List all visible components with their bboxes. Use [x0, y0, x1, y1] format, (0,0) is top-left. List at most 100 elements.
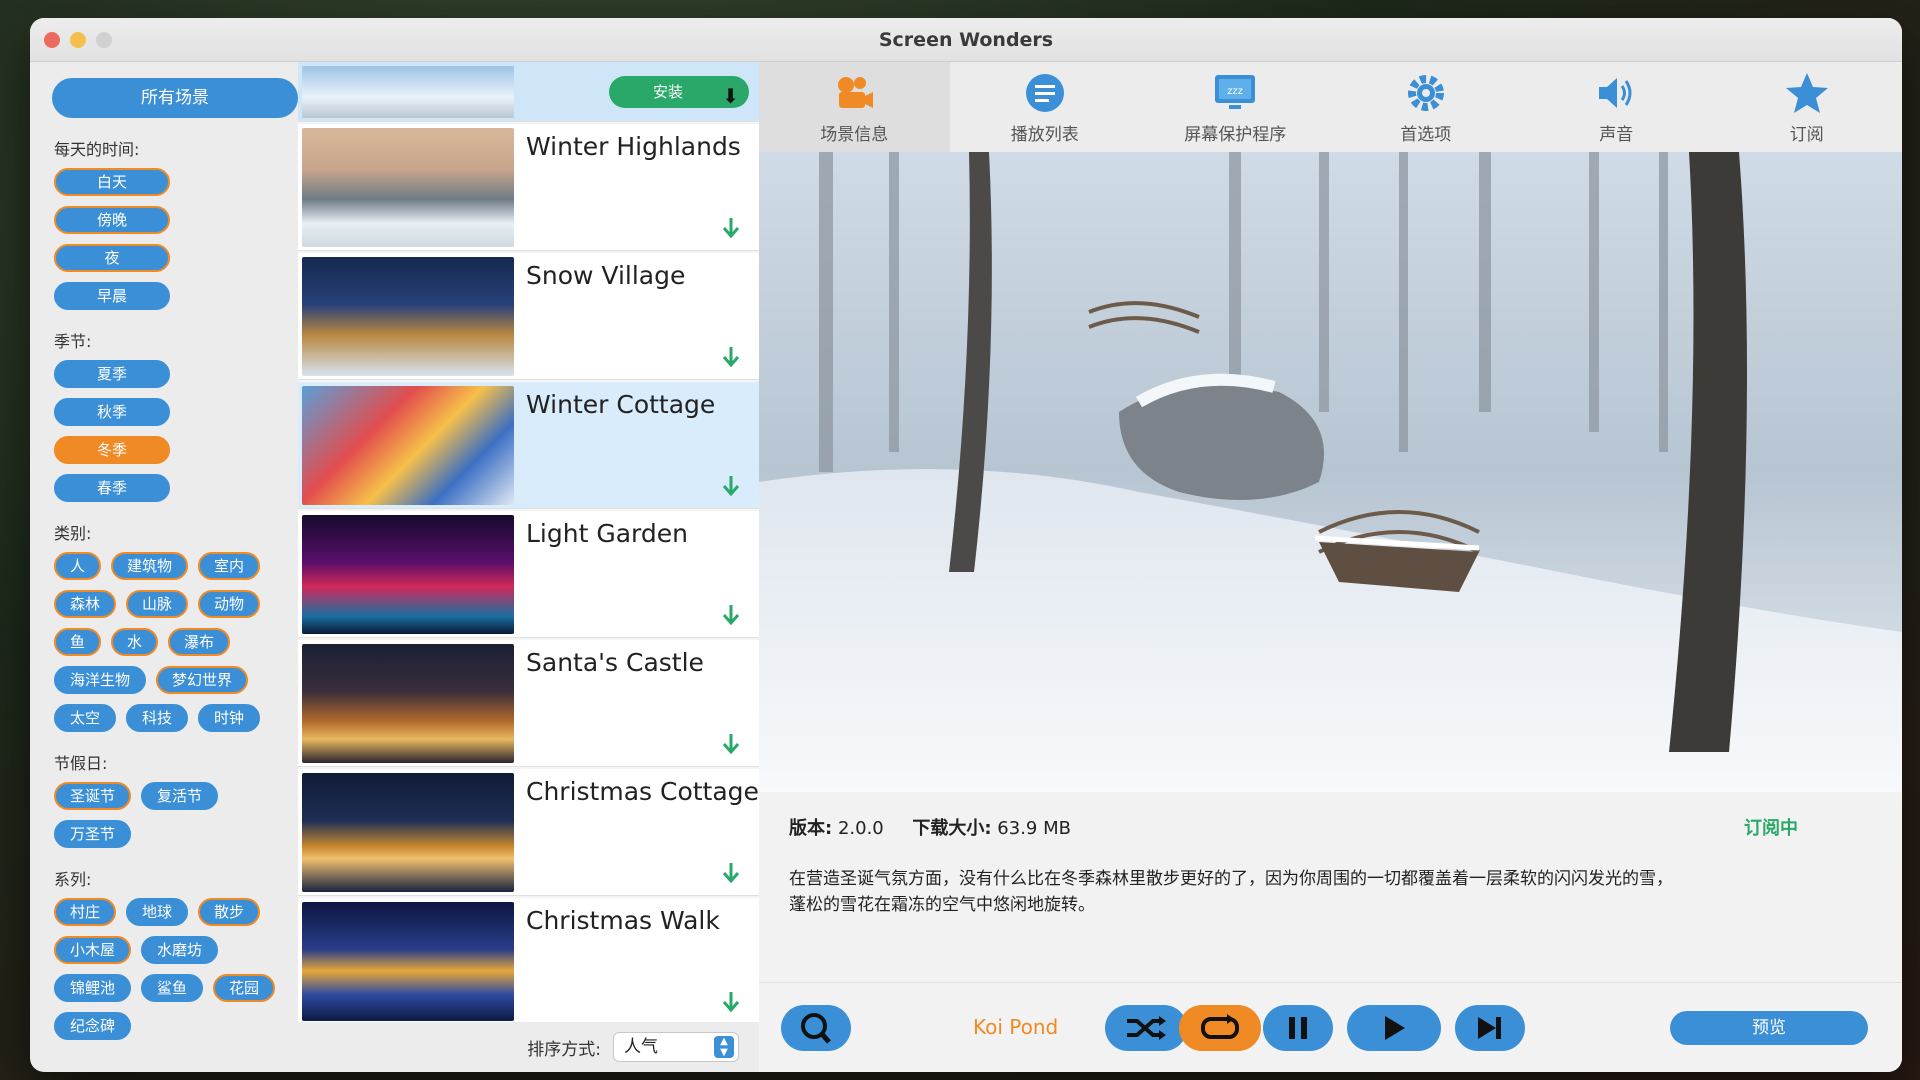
pause-icon	[1289, 1017, 1307, 1039]
tag-daytime[interactable]: 白天	[54, 168, 170, 196]
tag-halloween[interactable]: 万圣节	[54, 820, 132, 848]
tag-people[interactable]: 人	[54, 552, 102, 580]
download-icon[interactable]	[721, 732, 741, 756]
sort-value: 人气	[624, 1037, 658, 1057]
tag-evening[interactable]: 傍晚	[54, 206, 170, 234]
scene-title: Christmas Walk	[526, 906, 720, 935]
next-button[interactable]	[1455, 1005, 1525, 1051]
list-item[interactable]: Christmas Walk	[298, 898, 759, 1025]
search-button[interactable]	[781, 1005, 851, 1051]
tab-label: 屏幕保护程序	[1184, 124, 1287, 145]
list-item[interactable]: Light Garden	[298, 511, 759, 638]
play-icon	[1385, 1016, 1405, 1040]
list-item[interactable]: 安装 ⬇	[298, 62, 759, 122]
holiday-label: 节假日:	[54, 754, 108, 773]
tab-label: 场景信息	[820, 124, 889, 145]
download-icon[interactable]	[721, 603, 741, 627]
tag-morning[interactable]: 早晨	[54, 282, 170, 310]
scene-title: Winter Highlands	[526, 132, 741, 161]
search-icon	[801, 1013, 831, 1044]
skip-forward-icon	[1478, 1017, 1501, 1039]
tag-space[interactable]: 太空	[54, 704, 117, 732]
tag-summer[interactable]: 夏季	[54, 360, 170, 388]
tag-fish[interactable]: 鱼	[54, 628, 102, 656]
list-item[interactable]: Santa's Castle	[298, 640, 759, 767]
zoom-window-button[interactable]	[96, 32, 112, 48]
list-item[interactable]: Winter Highlands	[298, 124, 759, 251]
tag-waterfall[interactable]: 瀑布	[168, 628, 231, 656]
download-icon[interactable]	[721, 345, 741, 369]
tag-mountains[interactable]: 山脉	[126, 590, 189, 618]
tab-preferences[interactable]: 首选项	[1331, 62, 1522, 152]
tag-clock[interactable]: 时钟	[198, 704, 261, 732]
scene-thumbnail	[302, 66, 514, 118]
tag-village[interactable]: 村庄	[54, 898, 117, 926]
tag-animals[interactable]: 动物	[198, 590, 261, 618]
tag-water[interactable]: 水	[111, 628, 159, 656]
tag-walk[interactable]: 散步	[198, 898, 261, 926]
tag-watermill[interactable]: 水磨坊	[141, 936, 219, 964]
sort-label: 排序方式:	[527, 1039, 601, 1060]
size-value: 63.9 MB	[997, 818, 1071, 839]
scene-title: Christmas Cottage	[526, 777, 759, 806]
minimize-window-button[interactable]	[70, 32, 86, 48]
now-playing-title[interactable]: Koi Pond	[973, 1015, 1058, 1039]
list-item[interactable]: Snow Village	[298, 253, 759, 380]
download-icon[interactable]	[721, 474, 741, 498]
tag-winter[interactable]: 冬季	[54, 436, 170, 464]
tab-label: 订阅	[1789, 124, 1824, 145]
tag-fantasy[interactable]: 梦幻世界	[156, 666, 249, 694]
tag-christmas[interactable]: 圣诞节	[54, 782, 132, 810]
tag-cabin[interactable]: 小木屋	[54, 936, 132, 964]
tag-spring[interactable]: 春季	[54, 474, 170, 502]
all-scenes-button[interactable]: 所有场景	[52, 78, 298, 118]
tag-autumn[interactable]: 秋季	[54, 398, 170, 426]
tab-sound[interactable]: 声音	[1521, 62, 1712, 152]
tag-garden[interactable]: 花园	[213, 974, 276, 1002]
sort-bar: 排序方式: 人气 ▲ ▼	[298, 1022, 759, 1072]
list-item[interactable]: Christmas Cottage	[298, 769, 759, 896]
tag-monument[interactable]: 纪念碑	[54, 1012, 132, 1040]
tag-earth[interactable]: 地球	[126, 898, 189, 926]
scene-thumbnail	[302, 128, 514, 247]
list-item[interactable]: Winter Cottage	[298, 382, 759, 509]
scene-thumbnail	[302, 386, 514, 505]
tab-scene-info[interactable]: 场景信息	[759, 62, 950, 152]
scene-title: Winter Cottage	[526, 390, 716, 419]
scene-thumbnail	[302, 902, 514, 1021]
speaker-icon	[1599, 77, 1632, 108]
preview-button[interactable]: 预览	[1670, 1011, 1868, 1045]
time-of-day-label: 每天的时间:	[54, 140, 140, 159]
scene-thumbnail	[302, 515, 514, 634]
close-window-button[interactable]	[44, 32, 60, 48]
download-arrow-icon: ⬇	[722, 84, 739, 108]
install-button[interactable]: 安装 ⬇	[609, 76, 749, 108]
repeat-button[interactable]	[1179, 1005, 1261, 1051]
sort-select[interactable]: 人气 ▲ ▼	[613, 1032, 739, 1062]
scene-title: Santa's Castle	[526, 648, 704, 677]
tag-indoor[interactable]: 室内	[198, 552, 261, 580]
gear-icon	[1407, 74, 1444, 111]
tag-easter[interactable]: 复活节	[141, 782, 219, 810]
tag-tech[interactable]: 科技	[126, 704, 189, 732]
download-icon[interactable]	[721, 861, 741, 885]
tab-playlist[interactable]: 播放列表	[950, 62, 1141, 152]
tag-night[interactable]: 夜	[54, 244, 170, 272]
window-controls	[44, 32, 112, 48]
tag-shark[interactable]: 鲨鱼	[141, 974, 204, 1002]
pause-button[interactable]	[1263, 1005, 1333, 1051]
subscription-status: 订阅中	[1744, 818, 1798, 839]
shuffle-button[interactable]	[1105, 1005, 1187, 1051]
version-label: 版本:	[789, 818, 833, 839]
tab-screensaver[interactable]: zzz 屏幕保护程序	[1140, 62, 1331, 152]
tag-koi-pond[interactable]: 锦鲤池	[54, 974, 132, 1002]
tag-forest[interactable]: 森林	[54, 590, 117, 618]
download-icon[interactable]	[721, 990, 741, 1014]
play-button[interactable]	[1347, 1005, 1441, 1051]
tab-subscribe[interactable]: 订阅	[1712, 62, 1903, 152]
tag-marine-life[interactable]: 海洋生物	[54, 666, 147, 694]
season-label: 季节:	[54, 332, 92, 351]
scene-meta: 版本: 2.0.0 下载大小: 63.9 MB	[789, 814, 1071, 840]
download-icon[interactable]	[721, 216, 741, 240]
tag-buildings[interactable]: 建筑物	[111, 552, 189, 580]
